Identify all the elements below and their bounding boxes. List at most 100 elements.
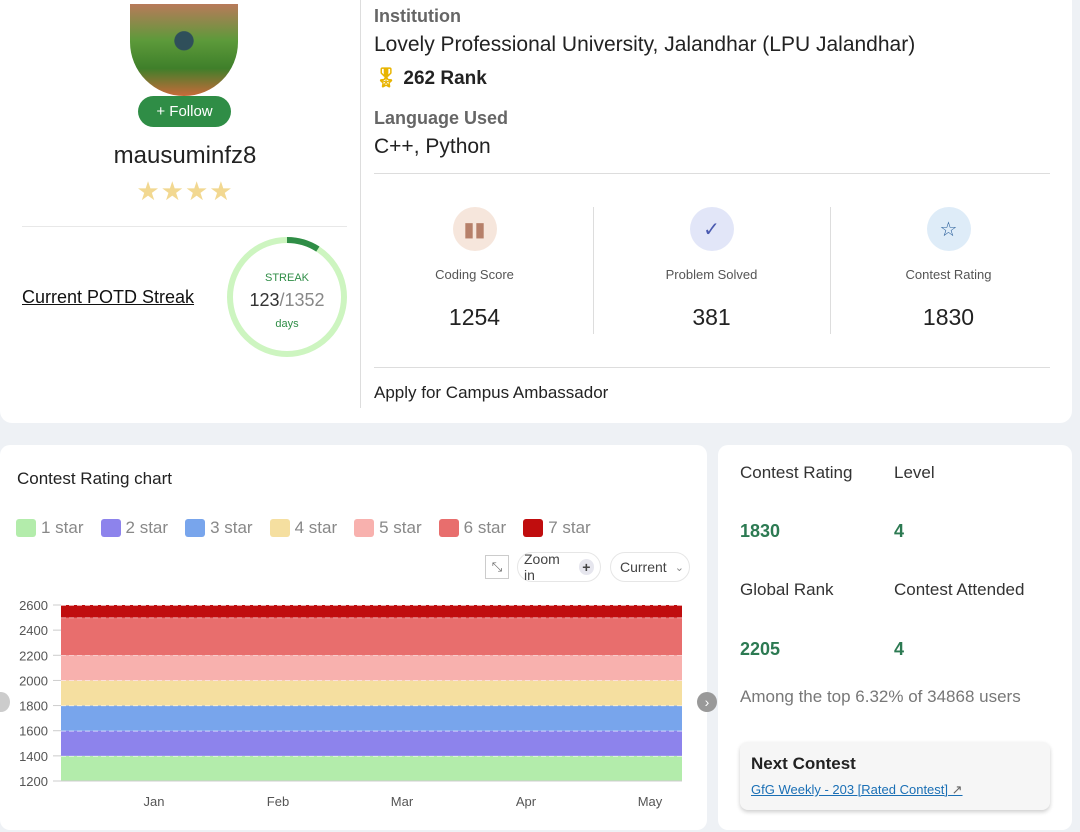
language-label: Language Used: [374, 108, 509, 128]
chart-legend: 1 star 2 star 3 star 4 star 5 star 6 star 7 st…: [16, 518, 608, 538]
streak-unit: days: [275, 318, 299, 330]
y-tick-label: 2600: [19, 598, 48, 613]
divider: [374, 173, 1050, 174]
x-tick-label: Mar: [391, 794, 414, 809]
global-rank-value: 2205: [740, 639, 781, 659]
band-1-star: [61, 755, 682, 781]
range-select[interactable]: Current ⌄: [610, 552, 690, 582]
legend-swatch: [354, 519, 375, 537]
legend-item[interactable]: 5 star: [354, 518, 422, 538]
institution-rank: 262 Rank: [403, 68, 487, 89]
rating-value: 1830: [740, 521, 781, 541]
zoom-in-label: Zoom in: [524, 551, 560, 583]
divider: [360, 0, 361, 408]
legend-item[interactable]: 7 star: [523, 518, 591, 538]
y-tick-label: 1600: [19, 724, 48, 739]
institution-value[interactable]: Lovely Professional University, Jalandha…: [374, 33, 915, 57]
band-4-star: [61, 680, 682, 706]
external-link-icon: ↗: [948, 782, 963, 797]
campus-ambassador-link[interactable]: Apply for Campus Ambassador: [374, 383, 608, 403]
stat-value: 381: [692, 304, 731, 330]
chevron-down-icon: ⌄: [674, 561, 684, 574]
stat-label: Contest Rating: [905, 267, 992, 282]
legend-swatch: [269, 519, 290, 537]
legend-item[interactable]: 1 star: [16, 518, 84, 538]
profile-card: + Follow mausuminfz8 ★★★★ Current POTD S…: [0, 0, 1072, 423]
legend-label: 7 star: [548, 518, 591, 537]
x-tick-label: Feb: [267, 794, 289, 809]
star-rating: ★★★★: [136, 176, 234, 206]
y-tick-label: 2200: [19, 648, 48, 663]
legend-swatch: [100, 519, 121, 537]
stat-label: Coding Score: [435, 267, 514, 282]
attended-label: Contest Attended: [894, 580, 1025, 599]
top-percent-text: Among the top 6.32% of 34868 users: [740, 687, 1021, 706]
y-tick-label: 2400: [19, 623, 48, 638]
legend-label: 2 star: [125, 518, 169, 537]
x-tick-label: May: [638, 794, 663, 809]
legend-item[interactable]: 6 star: [438, 518, 507, 538]
next-contest-title: Next Contest: [751, 754, 856, 773]
streak-label: STREAK: [264, 272, 309, 284]
streak-ring: STREAK 123/1352 days: [226, 236, 348, 358]
y-tick-label: 1800: [19, 699, 48, 714]
stat-value: 1830: [922, 304, 975, 330]
band-3-star: [61, 705, 682, 731]
bar-chart-icon: ▮▮: [452, 207, 497, 251]
level-value: 4: [894, 521, 905, 541]
band-6-star: [61, 617, 682, 656]
legend-label: 6 star: [463, 518, 507, 537]
chart-title: Contest Rating chart: [17, 469, 172, 488]
streak-current: 123: [249, 290, 280, 310]
follow-button[interactable]: + Follow: [138, 96, 231, 127]
next-contest-box: Next Contest GfG Weekly - 203 [Rated Con…: [740, 742, 1050, 810]
band-7-star: [61, 605, 682, 618]
legend-label: 3 star: [210, 518, 253, 537]
stat-problem-solved: ✓ Problem Solved 381: [593, 205, 830, 335]
potd-streak-link[interactable]: Current POTD Streak: [22, 287, 194, 308]
stat-value: 1254: [448, 304, 501, 330]
language-value: C++, Python: [374, 135, 491, 158]
stat-coding-score: ▮▮ Coding Score 1254: [356, 205, 593, 335]
next-contest-link[interactable]: GfG Weekly - 203 [Rated Contest] ↗: [751, 782, 963, 798]
check-circle-icon: ✓: [689, 207, 734, 251]
username: mausuminfz8: [113, 142, 257, 169]
legend-label: 1 star: [41, 518, 84, 537]
medal-icon: 🎖: [374, 68, 399, 89]
legend-label: 4 star: [294, 518, 338, 537]
y-tick-label: 2000: [19, 673, 48, 688]
institution-label: Institution: [374, 6, 461, 26]
divider: [374, 367, 1050, 368]
y-tick-label: 1400: [19, 749, 48, 764]
reset-zoom-icon[interactable]: ⤡: [485, 555, 509, 579]
legend-swatch: [523, 519, 544, 537]
zoom-in-button[interactable]: Zoom in +: [517, 551, 601, 583]
legend-swatch: [438, 519, 459, 537]
chevron-right-icon[interactable]: ›: [697, 692, 717, 712]
legend-label: 5 star: [379, 518, 422, 537]
attended-value: 4: [894, 639, 905, 659]
rating-label: Contest Rating: [740, 463, 853, 482]
streak-total: /1352: [279, 290, 325, 310]
level-label: Level: [894, 463, 935, 482]
legend-item[interactable]: 3 star: [185, 518, 253, 538]
band-2-star: [61, 730, 682, 756]
global-rank-label: Global Rank: [740, 580, 834, 599]
chart-plot: 1200 1400 1600 1800 2000 2200 2400 2600 Jan Feb Ma…: [19, 598, 682, 809]
x-tick-label: Apr: [516, 794, 537, 809]
legend-item[interactable]: 2 star: [100, 518, 169, 538]
legend-item[interactable]: 4 star: [269, 518, 338, 538]
band-5-star: [61, 655, 682, 681]
avatar[interactable]: [130, 4, 238, 96]
star-icon: ☆: [926, 207, 971, 251]
range-select-value: Current: [620, 559, 667, 575]
y-tick-label: 1200: [19, 774, 48, 789]
stat-contest-rating: ☆ Contest Rating 1830: [830, 205, 1067, 335]
next-contest-link-text: GfG Weekly - 203 [Rated Contest]: [751, 782, 949, 797]
legend-swatch: [16, 519, 36, 537]
legend-swatch: [185, 519, 206, 537]
stat-label: Problem Solved: [665, 267, 758, 282]
plus-icon: +: [578, 559, 594, 575]
x-tick-label: Jan: [144, 794, 165, 809]
divider: [22, 226, 347, 227]
